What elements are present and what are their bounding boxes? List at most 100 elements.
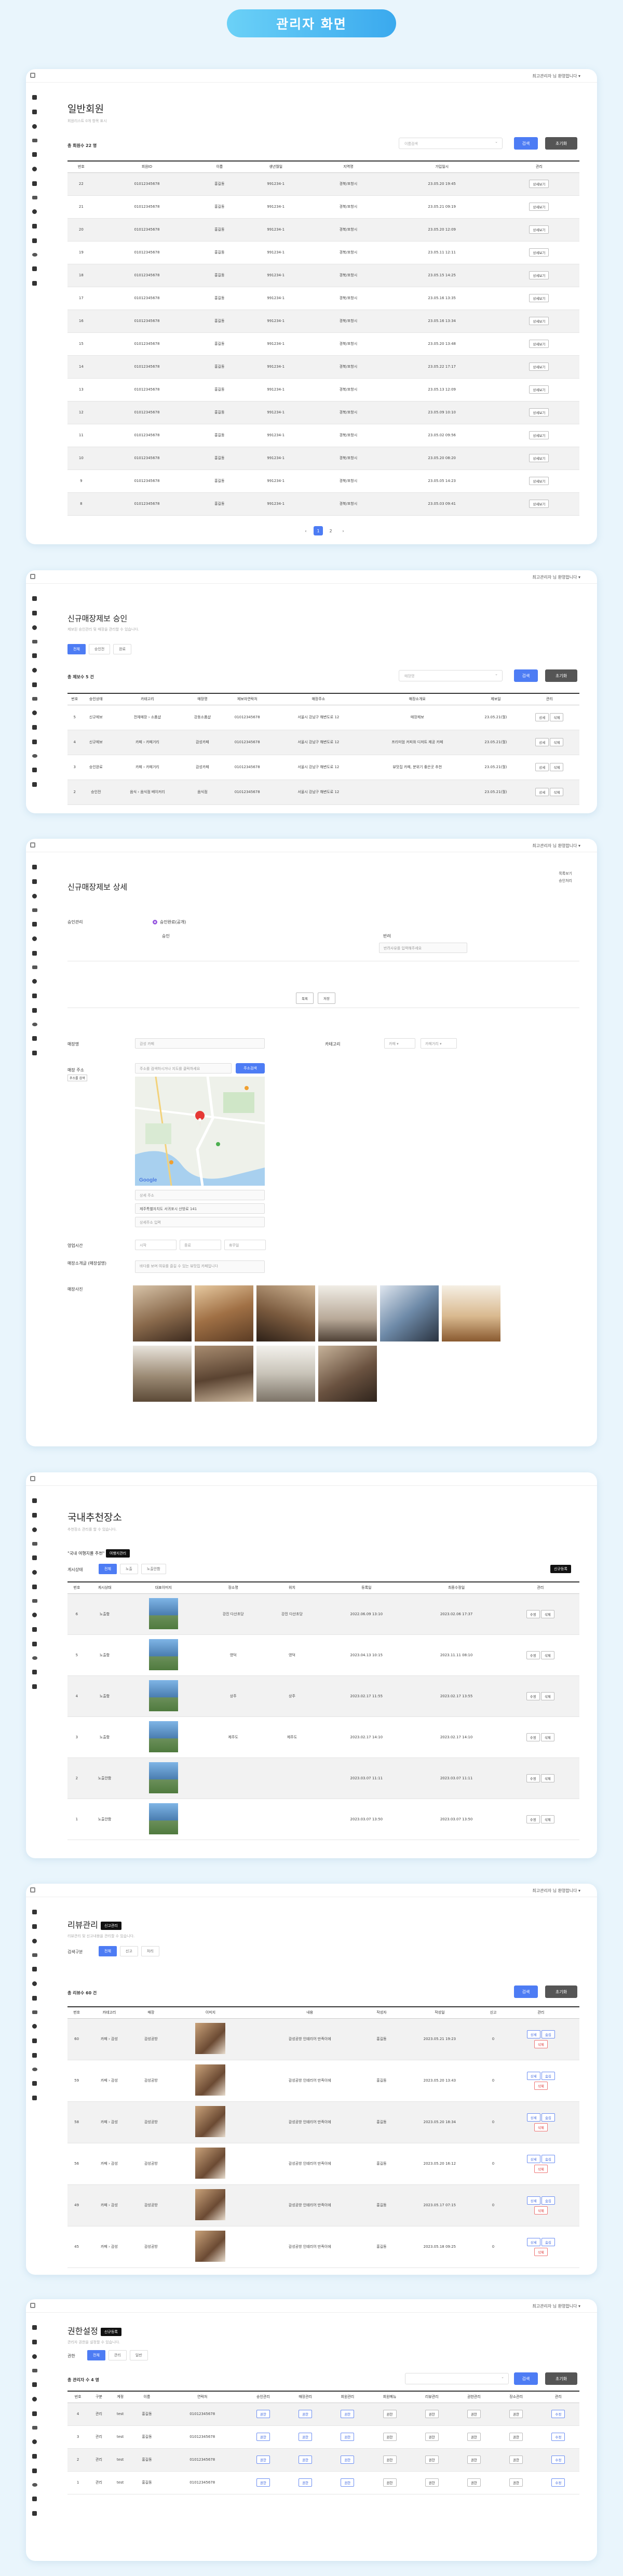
permission-toggle[interactable]: 권한 bbox=[341, 2433, 355, 2441]
settings-icon[interactable] bbox=[32, 2096, 37, 2100]
place-thumbnail[interactable] bbox=[148, 1803, 178, 1834]
delete-button[interactable]: 삭제 bbox=[534, 2123, 548, 2131]
permission-toggle[interactable]: 권한 bbox=[256, 2410, 270, 2418]
pin-icon[interactable] bbox=[32, 2397, 37, 2401]
edit-button[interactable]: 수정 bbox=[526, 1651, 540, 1659]
delete-button[interactable]: 삭제 bbox=[534, 2164, 548, 2173]
user-icon[interactable] bbox=[32, 2081, 37, 2086]
place-thumbnail[interactable] bbox=[148, 1639, 178, 1670]
tab-2[interactable]: 일반 bbox=[129, 2350, 148, 2360]
user-info[interactable]: 최고관리자 님 환영합니다 ▾ bbox=[532, 574, 580, 580]
permission-toggle[interactable]: 권한 bbox=[509, 2456, 523, 2464]
place-thumbnail[interactable] bbox=[148, 1721, 178, 1752]
camera-icon[interactable] bbox=[32, 2454, 37, 2459]
pin-icon[interactable] bbox=[32, 167, 37, 171]
home-icon[interactable] bbox=[32, 865, 37, 869]
chat-icon[interactable] bbox=[32, 1599, 37, 1603]
home-icon[interactable] bbox=[32, 596, 37, 601]
user-icon[interactable] bbox=[32, 266, 37, 271]
tab-0[interactable]: 전체 bbox=[87, 2350, 105, 2360]
folder-icon[interactable] bbox=[32, 1008, 37, 1013]
folder-icon[interactable] bbox=[32, 1642, 37, 1646]
tab-0[interactable]: 전체 bbox=[99, 1946, 117, 1956]
download-icon[interactable] bbox=[32, 1656, 37, 1660]
permission-toggle[interactable]: 권한 bbox=[467, 2478, 481, 2487]
permission-toggle[interactable]: 권한 bbox=[383, 2433, 397, 2441]
settings-icon[interactable] bbox=[32, 2511, 37, 2516]
reset-button[interactable]: 초기화 bbox=[545, 137, 577, 150]
detail-button[interactable]: 상세 bbox=[535, 788, 549, 796]
tab-1[interactable]: 승인전 bbox=[88, 644, 111, 654]
detail-button[interactable]: 상세보기 bbox=[529, 454, 549, 462]
map-icon[interactable] bbox=[32, 1555, 37, 1560]
report-icon[interactable] bbox=[32, 2439, 37, 2444]
store-photo-7[interactable] bbox=[133, 1346, 192, 1402]
store-photo-5[interactable] bbox=[380, 1285, 439, 1341]
store-photo-8[interactable] bbox=[195, 1346, 253, 1402]
camera-icon[interactable] bbox=[32, 224, 37, 229]
hide-button[interactable]: 숨김 bbox=[541, 2113, 555, 2122]
chat-icon[interactable] bbox=[32, 2426, 37, 2430]
address-hint[interactable]: 주소를 검색 bbox=[67, 1075, 87, 1081]
permission-toggle[interactable]: 권한 bbox=[425, 2410, 439, 2418]
detail-button[interactable]: 상세 bbox=[526, 2113, 540, 2122]
category-select-2[interactable]: 카페거리 ▾ bbox=[421, 1038, 457, 1049]
folder-icon[interactable] bbox=[32, 2468, 37, 2473]
user-icon[interactable] bbox=[32, 2497, 37, 2501]
pin-icon[interactable] bbox=[32, 1981, 37, 1986]
radio-reject[interactable]: 반려 bbox=[383, 933, 391, 939]
reset-button[interactable]: 초기화 bbox=[545, 2372, 577, 2385]
reset-button[interactable]: 초기화 bbox=[545, 1985, 577, 1998]
user-info[interactable]: 최고관리자 님 환영합니다 ▾ bbox=[532, 73, 580, 79]
edit-button[interactable]: 수정 bbox=[526, 1733, 540, 1741]
permission-toggle[interactable]: 권한 bbox=[256, 2456, 270, 2464]
report-icon[interactable] bbox=[32, 209, 37, 214]
store-icon[interactable] bbox=[32, 894, 37, 898]
search-input[interactable]: 이름검색 bbox=[399, 138, 503, 149]
folder-icon[interactable] bbox=[32, 740, 37, 744]
place-thumbnail[interactable] bbox=[148, 1762, 178, 1793]
permission-toggle[interactable]: 권한 bbox=[383, 2410, 397, 2418]
detail-button[interactable]: 상세 bbox=[526, 2237, 540, 2246]
user-icon[interactable] bbox=[32, 768, 37, 772]
user-info[interactable]: 최고관리자 님 환영합니다 ▾ bbox=[532, 1888, 580, 1894]
hide-button[interactable]: 숨김 bbox=[541, 2237, 555, 2246]
pin-icon[interactable] bbox=[32, 1570, 37, 1575]
store-photo-4[interactable] bbox=[318, 1285, 377, 1341]
camera-icon[interactable] bbox=[32, 2038, 37, 2043]
chat-icon[interactable] bbox=[32, 965, 37, 969]
list-link[interactable]: 목록보기 bbox=[559, 870, 572, 877]
review-image[interactable] bbox=[195, 2023, 226, 2054]
store-photo-9[interactable] bbox=[256, 1346, 315, 1402]
add-admin-badge[interactable]: 신규등록 bbox=[100, 2327, 121, 2336]
member-icon[interactable] bbox=[32, 2340, 37, 2344]
tab-1[interactable]: 관리 bbox=[108, 2350, 127, 2360]
hide-button[interactable]: 숨김 bbox=[541, 2030, 555, 2038]
edit-button[interactable]: 수정 bbox=[551, 2410, 565, 2418]
permission-toggle[interactable]: 권한 bbox=[467, 2456, 481, 2464]
report-icon[interactable] bbox=[32, 2024, 37, 2029]
review-image[interactable] bbox=[195, 2064, 226, 2096]
reject-reason-input[interactable]: 반려사유를 입력해주세요 bbox=[379, 943, 467, 953]
tab-2[interactable]: 노출안함 bbox=[141, 1564, 166, 1574]
detail-button[interactable]: 상세보기 bbox=[529, 385, 549, 394]
detail-button[interactable]: 상세보기 bbox=[529, 363, 549, 371]
add-button[interactable]: 신규등록 bbox=[550, 1565, 571, 1573]
delete-button[interactable]: 삭제 bbox=[534, 2081, 548, 2090]
tab-1[interactable]: 신고 bbox=[119, 1946, 138, 1956]
edit-button[interactable]: 수정 bbox=[551, 2478, 565, 2487]
review-image[interactable] bbox=[195, 2106, 226, 2137]
detail-button[interactable]: 상세 bbox=[526, 2154, 540, 2163]
settings-icon[interactable] bbox=[32, 1051, 37, 1055]
tab-2[interactable]: 완료 bbox=[113, 644, 132, 654]
store-icon[interactable] bbox=[32, 1527, 37, 1532]
tag-icon[interactable] bbox=[32, 908, 37, 912]
next-page-icon[interactable]: › bbox=[338, 526, 348, 535]
tab-0[interactable]: 전체 bbox=[67, 644, 86, 654]
hide-button[interactable]: 숨김 bbox=[541, 2071, 555, 2080]
permission-toggle[interactable]: 권한 bbox=[509, 2433, 523, 2441]
permission-toggle[interactable]: 권한 bbox=[383, 2478, 397, 2487]
heart-icon[interactable] bbox=[32, 181, 37, 186]
list-button[interactable]: 목록 bbox=[296, 992, 314, 1004]
detail-button[interactable]: 상세 bbox=[526, 2071, 540, 2080]
